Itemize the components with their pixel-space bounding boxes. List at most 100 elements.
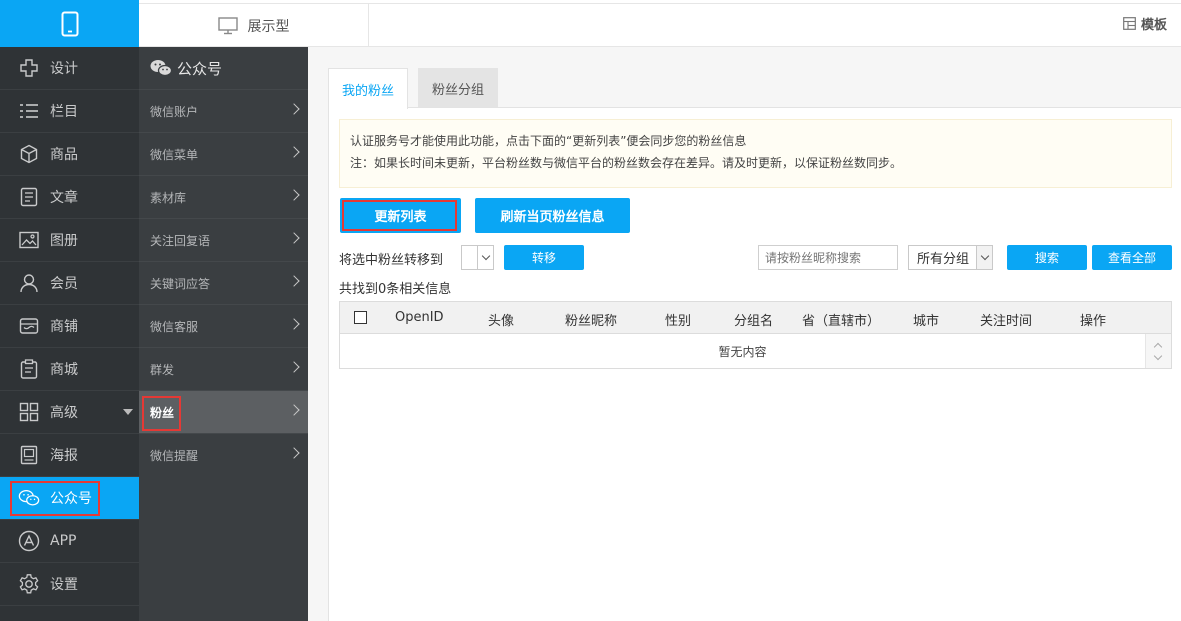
submenu-item-label: 微信账户	[150, 104, 199, 119]
template-button[interactable]: 模板	[1123, 14, 1167, 33]
chevron-right-icon	[288, 103, 300, 115]
submenu-item-label: 素材库	[150, 190, 187, 205]
sidebar-item-mall[interactable]: 商城	[0, 348, 139, 391]
sidebar-item-label: 文章	[50, 190, 78, 206]
submenu-header: 公众号	[139, 47, 308, 89]
top-bar: 展示型 模板	[0, 0, 1181, 47]
search-label: 搜索	[1034, 251, 1059, 265]
app-icon	[18, 530, 40, 552]
sidebar-item-gallery[interactable]: 图册	[0, 219, 139, 262]
chevron-right-icon	[288, 146, 300, 158]
column-province: 省（直辖市）	[802, 314, 881, 329]
sidebar-item-settings[interactable]: 设置	[0, 563, 139, 606]
fan-nickname-search-input[interactable]	[758, 245, 898, 270]
main-content: 我的粉丝 粉丝分组 认证服务号才能使用此功能，点击下面的“更新列表”便会同步您的…	[308, 47, 1181, 621]
sidebar-item-label: 商城	[50, 362, 78, 378]
submenu-item-keyword-reply[interactable]: 关键词应答	[139, 261, 308, 304]
submenu-item-wechat-service[interactable]: 微信客服	[139, 304, 308, 347]
sidebar-item-app[interactable]: APP	[0, 520, 139, 563]
sidebar-item-design[interactable]: 设计	[0, 47, 139, 90]
result-count: 共找到0条相关信息	[339, 282, 452, 297]
scroll-up-icon[interactable]	[1153, 342, 1163, 352]
view-all-button[interactable]: 查看全部	[1092, 245, 1172, 270]
sidebar-item-label: 高级	[50, 405, 78, 421]
sidebar-item-members[interactable]: 会员	[0, 262, 139, 305]
scroll-down-icon[interactable]	[1153, 351, 1163, 361]
user-icon	[18, 272, 40, 294]
submenu-item-label: 群发	[150, 362, 175, 377]
move-label: 转移	[531, 251, 556, 265]
submenu-item-label: 关注回复语	[150, 233, 211, 248]
monitor-icon	[217, 16, 238, 34]
grid-icon	[18, 401, 40, 423]
list-icon	[18, 100, 40, 122]
submenu-title: 公众号	[177, 59, 223, 78]
refresh-page-fans-button[interactable]: 刷新当页粉丝信息	[475, 198, 630, 233]
sidebar-item-label: 商品	[50, 147, 78, 163]
fans-table: OpenID 头像 粉丝昵称 性别 分组名 省（直辖市） 城市 关注时间 操作 …	[339, 301, 1172, 369]
notice-line-1: 认证服务号才能使用此功能，点击下面的“更新列表”便会同步您的粉丝信息	[350, 134, 747, 148]
tab-my-fans[interactable]: 我的粉丝	[328, 68, 408, 109]
display-type-selector[interactable]: 展示型	[139, 4, 369, 47]
main-sidebar: 设计 栏目 商品 文章 图册 会员 商铺 商城 高级 海报 公众号 APP 设置	[0, 47, 139, 621]
group-select-value: 所有分组	[917, 252, 970, 267]
sidebar-item-label: 设置	[50, 577, 78, 593]
chevron-right-icon	[288, 275, 300, 287]
highlight-fans	[142, 396, 181, 431]
tab-label: 我的粉丝	[341, 83, 394, 99]
sidebar-item-advanced[interactable]: 高级	[0, 391, 139, 434]
chevron-down-icon	[976, 246, 992, 269]
sidebar-item-posters[interactable]: 海报	[0, 434, 139, 477]
column-actions: 操作	[1080, 314, 1107, 329]
column-nickname: 粉丝昵称	[565, 314, 618, 329]
table-scrollbar[interactable]	[1145, 334, 1171, 368]
sidebar-item-label: 设计	[50, 61, 78, 77]
select-all-checkbox[interactable]	[354, 311, 367, 324]
view-all-label: 查看全部	[1107, 251, 1156, 265]
tab-fan-groups[interactable]: 粉丝分组	[418, 68, 498, 108]
move-button[interactable]: 转移	[504, 245, 584, 270]
notice-line-2: 注：如果长时间未更新，平台粉丝数与微信平台的粉丝数会存在差异。请及时更新，以保证…	[350, 156, 903, 170]
refresh-page-label: 刷新当页粉丝信息	[500, 210, 605, 225]
submenu-item-label: 微信提醒	[150, 448, 199, 463]
shop-icon	[18, 315, 40, 337]
submenu-item-wechat-menu[interactable]: 微信菜单	[139, 132, 308, 175]
submenu-item-wechat-reminder[interactable]: 微信提醒	[139, 433, 308, 476]
design-icon	[18, 57, 40, 79]
submenu-item-material-library[interactable]: 素材库	[139, 175, 308, 218]
column-openid: OpenID	[395, 310, 444, 325]
sidebar-item-label: APP	[50, 533, 77, 549]
submenu-item-wechat-account[interactable]: 微信账户	[139, 89, 308, 132]
submenu-item-follow-reply[interactable]: 关注回复语	[139, 218, 308, 261]
template-icon	[1123, 17, 1136, 30]
sidebar-item-label: 会员	[50, 276, 78, 292]
column-group-name: 分组名	[734, 314, 774, 329]
sidebar-item-columns[interactable]: 栏目	[0, 90, 139, 133]
mobile-logo[interactable]	[0, 0, 139, 47]
sidebar-item-label: 商铺	[50, 319, 78, 335]
caret-down-icon	[123, 409, 133, 415]
column-city: 城市	[913, 314, 940, 329]
sidebar-item-label: 海报	[50, 448, 78, 464]
tab-label: 粉丝分组	[431, 82, 484, 98]
chevron-right-icon	[288, 189, 300, 201]
sidebar-item-products[interactable]: 商品	[0, 133, 139, 176]
highlight-wechat-official	[10, 481, 100, 516]
mobile-phone-icon	[61, 11, 78, 36]
submenu-item-mass-send[interactable]: 群发	[139, 347, 308, 390]
box-icon	[18, 143, 40, 165]
group-filter-select[interactable]: 所有分组	[908, 245, 993, 270]
move-to-label: 将选中粉丝转移到	[339, 253, 444, 268]
chevron-down-icon	[477, 246, 493, 269]
image-icon	[18, 229, 40, 251]
highlight-update-list	[342, 200, 457, 231]
submenu-item-label: 关键词应答	[150, 276, 211, 291]
target-group-select[interactable]	[461, 245, 494, 270]
sidebar-item-shops[interactable]: 商铺	[0, 305, 139, 348]
search-button[interactable]: 搜索	[1007, 245, 1087, 270]
sidebar-item-articles[interactable]: 文章	[0, 176, 139, 219]
submenu-item-label: 微信菜单	[150, 147, 199, 162]
clipboard-icon	[18, 358, 40, 380]
sidebar-item-label: 图册	[50, 233, 78, 249]
gear-icon	[18, 573, 40, 595]
